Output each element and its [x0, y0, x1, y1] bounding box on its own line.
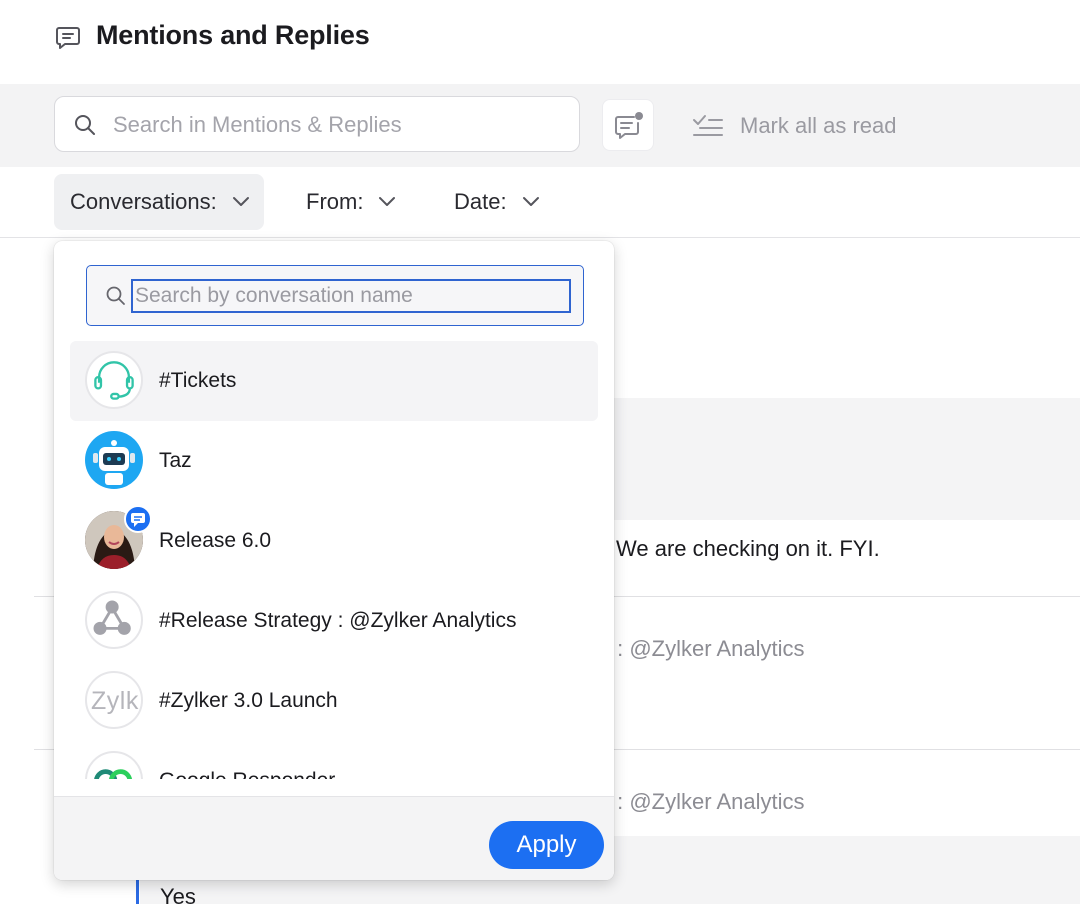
- chat-badge-icon: [124, 505, 152, 533]
- conversation-search-box[interactable]: [86, 265, 584, 326]
- chevron-down-icon: [233, 197, 249, 206]
- message-text: We are checking on it. FYI.: [616, 536, 880, 561]
- conversation-name: #Release Strategy : @Zylker Analytics: [159, 609, 517, 632]
- message-highlight: [610, 398, 1080, 520]
- conversation-name: #Zylker 3.0 Launch: [159, 689, 338, 712]
- chat-bubble-icon: [56, 27, 80, 49]
- chevron-down-icon: [523, 197, 539, 206]
- message-source: y : @Zylker Analytics: [600, 636, 805, 661]
- conversations-dropdown: #Tickets Taz: [54, 241, 614, 880]
- conversation-item-release-6[interactable]: Release 6.0: [70, 501, 598, 581]
- headset-icon: [85, 351, 143, 409]
- date-filter[interactable]: Date:: [454, 174, 554, 230]
- from-filter[interactable]: From:: [306, 174, 406, 230]
- from-filter-label: From:: [306, 189, 364, 214]
- reply-text: Yes: [160, 884, 196, 909]
- conversations-filter-label: Conversations:: [70, 189, 217, 214]
- date-filter-label: Date:: [454, 189, 507, 214]
- apply-button[interactable]: Apply: [489, 821, 604, 869]
- message-highlight: [140, 880, 610, 904]
- conversation-name: Google Responder: [159, 769, 335, 779]
- team-icon: [85, 591, 143, 649]
- zylker-logo: Zylk: [85, 671, 143, 729]
- conversation-name: #Tickets: [159, 369, 237, 392]
- chevron-down-icon: [379, 197, 395, 206]
- conversation-item-release-strategy[interactable]: #Release Strategy : @Zylker Analytics: [70, 581, 598, 661]
- checklist-icon: [693, 115, 723, 136]
- conversation-name: Release 6.0: [159, 529, 272, 552]
- quote-bar: [136, 876, 139, 904]
- robot-icon: [85, 431, 143, 489]
- conversation-item-tickets[interactable]: #Tickets: [70, 341, 598, 421]
- zylker-logo-text: Zylk: [91, 687, 139, 715]
- conversation-list: #Tickets Taz Release 6.0 #Release Strate…: [70, 341, 598, 779]
- mentions-search-input[interactable]: [111, 105, 565, 145]
- mentions-search-box[interactable]: [54, 96, 580, 152]
- conversations-filter[interactable]: Conversations:: [54, 174, 264, 230]
- search-icon: [106, 286, 125, 305]
- conversation-name: Taz: [159, 449, 192, 472]
- conversation-item-taz[interactable]: Taz: [70, 421, 598, 501]
- search-icon: [75, 115, 95, 135]
- page-title: Mentions and Replies: [96, 20, 370, 50]
- chat-unread-icon: [615, 112, 643, 139]
- message-source: y : @Zylker Analytics: [600, 789, 805, 814]
- conversation-item-google-responder[interactable]: Google Responder: [70, 741, 598, 779]
- mark-all-read-label: Mark all as read: [740, 113, 897, 138]
- conversation-item-zylker-launch[interactable]: Zylk #Zylker 3.0 Launch: [70, 661, 598, 741]
- google-responder-icon: [85, 751, 143, 779]
- conversation-search-input[interactable]: [131, 279, 571, 313]
- unread-filter-button[interactable]: [602, 99, 654, 151]
- message-highlight: [610, 836, 1080, 904]
- divider: [0, 237, 1080, 238]
